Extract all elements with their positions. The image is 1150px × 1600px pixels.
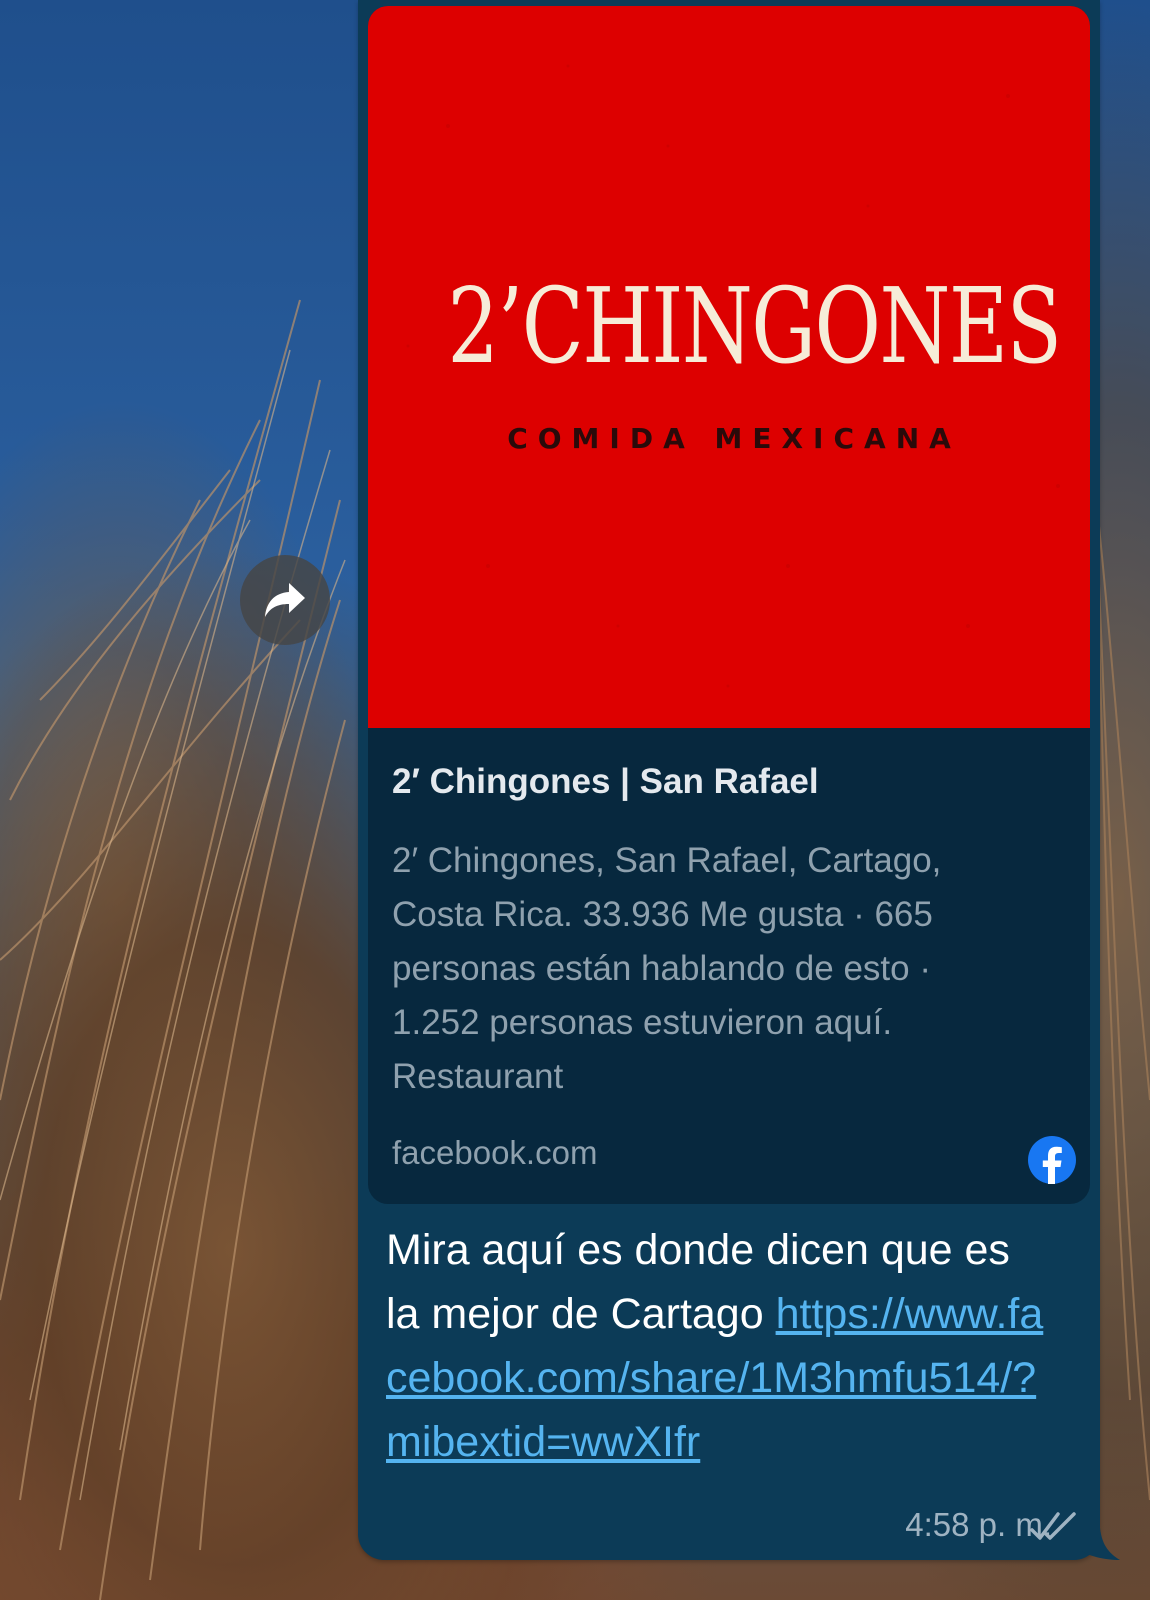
preview-title: 2′ Chingones | San Rafael [392,762,819,801]
forward-button[interactable] [240,555,330,645]
link-preview-card[interactable]: 2’CHINGONES COMIDA MEXICANA 2′ Chingones… [368,6,1090,1204]
bubble-tail [1080,1528,1120,1560]
double-check-icon [1030,1512,1076,1540]
message-bubble[interactable]: 2’CHINGONES COMIDA MEXICANA 2′ Chingones… [358,0,1100,1560]
facebook-icon [1028,1136,1076,1184]
preview-description: 2′ Chingones, San Rafael, Cartago, Costa… [392,841,942,1096]
preview-domain: facebook.com [392,1134,598,1171]
restaurant-tagline: COMIDA MEXICANA [507,422,961,455]
restaurant-logo: 2’CHINGONES [447,265,1062,387]
forward-arrow-icon [265,583,305,617]
message-text: Mira aquí es donde dicen que es la mejor… [386,1218,1046,1474]
link-preview-image[interactable]: 2’CHINGONES COMIDA MEXICANA [368,6,1090,728]
